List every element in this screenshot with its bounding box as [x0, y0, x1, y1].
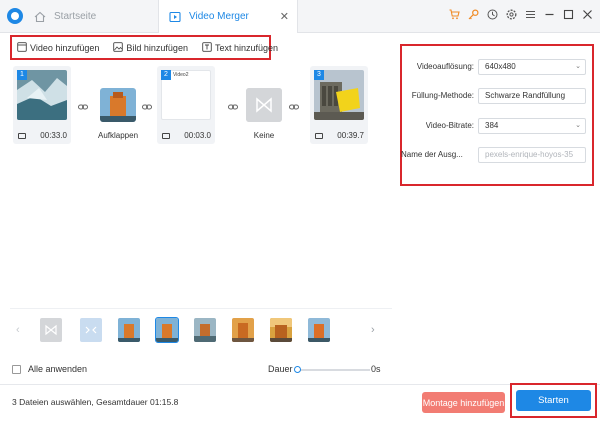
link-icon — [78, 102, 88, 115]
resolution-label: Videoauflösung: — [416, 62, 474, 71]
timeline-clip-2[interactable]: 2 Video2 00:03.0 — [157, 66, 215, 144]
transition-option[interactable] — [270, 318, 292, 342]
transition-option[interactable] — [232, 318, 254, 342]
add-text-label: Text hinzufügen — [214, 42, 278, 53]
duration-slider[interactable] — [294, 366, 370, 373]
add-image-label: Bild hinzufügen — [126, 42, 188, 53]
start-button[interactable]: Starten — [516, 390, 591, 411]
tab-label: Video Merger — [189, 11, 249, 22]
video-clip-icon — [18, 133, 26, 139]
add-image-button[interactable]: Bild hinzufügen — [113, 41, 188, 54]
duration-label: Dauer — [268, 364, 293, 374]
timeline-clip-3[interactable]: 3 00:39.7 — [310, 66, 368, 144]
video-clip-icon — [315, 133, 323, 139]
duration-slider-handle[interactable] — [294, 366, 301, 373]
apply-all-control[interactable]: Alle anwenden — [12, 364, 87, 374]
fill-method-value: Schwarze Randfüllung — [485, 91, 566, 100]
bitrate-label: Video-Bitrate: — [425, 121, 474, 130]
fill-method-select[interactable]: Schwarze Randfüllung — [478, 88, 586, 104]
add-video-label: Video hinzufügen — [30, 42, 100, 53]
resolution-value: 640x480 — [485, 62, 516, 71]
add-video-button[interactable]: Video hinzufügen — [17, 41, 100, 54]
chevron-left-icon[interactable]: ‹ — [16, 324, 20, 336]
clip-index-badge: 3 — [314, 70, 324, 80]
clock-icon[interactable] — [486, 8, 499, 21]
clip-index-badge: 1 — [17, 70, 27, 80]
apply-all-label: Alle anwenden — [28, 364, 88, 374]
transition-strip: ‹ › — [10, 317, 392, 346]
transition-option[interactable] — [40, 318, 62, 342]
status-text: 3 Dateien auswählen, Gesamtdauer 01:15.8 — [12, 397, 179, 407]
fill-method-label: Füllung-Methode: — [411, 91, 474, 100]
tab-startseite[interactable]: Startseite — [30, 0, 158, 33]
link-icon — [289, 102, 299, 115]
tab-video-merger[interactable]: Video Merger ✕ — [158, 0, 298, 33]
timeline-clip-1[interactable]: 1 00:33.0 — [13, 66, 71, 144]
link-icon — [142, 102, 152, 115]
transition-1-thumbnail[interactable] — [100, 88, 136, 122]
chevron-down-icon: ⌄ — [575, 63, 581, 70]
text-clip-icon — [162, 133, 170, 139]
bitrate-value: 384 — [485, 121, 499, 130]
clip-index-badge: 2 — [161, 70, 171, 80]
clip-mini-label: Video2 — [173, 72, 189, 78]
divider — [10, 308, 392, 309]
transition-option[interactable] — [308, 318, 330, 342]
bitrate-row: Video-Bitrate: 384 ⌄ — [402, 118, 592, 134]
start-highlight: Starten — [510, 383, 597, 418]
timeline: 1 00:33.0 Aufklappen 2 Video2 00:03.0 Ke… — [10, 66, 392, 146]
transition-2-thumbnail[interactable] — [246, 88, 282, 122]
clip-duration: 00:33.0 — [40, 131, 67, 140]
add-montage-button[interactable]: Montage hinzufügen — [422, 392, 505, 413]
output-settings-panel: Videoauflösung: 640x480 ⌄ Füllung-Method… — [400, 44, 594, 186]
title-bar: Startseite Video Merger ✕ — [0, 0, 600, 33]
menu-icon[interactable] — [524, 8, 537, 21]
transition-option-selected[interactable] — [155, 317, 179, 343]
output-name-label: Name der Ausg... — [401, 150, 463, 159]
clip-duration: 00:39.7 — [337, 131, 364, 140]
settings-icon[interactable] — [505, 8, 518, 21]
duration-value: 0s — [371, 364, 381, 374]
link-icon — [228, 102, 238, 115]
output-name-placeholder: pexels-enrique-hoyos-35 — [485, 150, 574, 159]
clip-duration: 00:03.0 — [184, 131, 211, 140]
close-tab-icon[interactable]: ✕ — [280, 10, 289, 23]
titlebar-icons — [448, 8, 594, 21]
output-name-input[interactable]: pexels-enrique-hoyos-35 — [478, 147, 586, 163]
add-media-toolbar: Video hinzufügen Bild hinzufügen Text hi… — [10, 35, 278, 60]
home-icon — [34, 11, 46, 23]
chevron-right-icon[interactable]: › — [371, 324, 375, 336]
bitrate-select[interactable]: 384 ⌄ — [478, 118, 586, 134]
resolution-row: Videoauflösung: 640x480 ⌄ — [402, 59, 592, 75]
image-add-icon — [113, 41, 124, 54]
add-text-button[interactable]: Text hinzufügen — [202, 41, 278, 54]
transition-option[interactable] — [118, 318, 140, 342]
video-merger-icon — [169, 11, 181, 23]
transition-option[interactable] — [80, 318, 102, 342]
maximize-icon[interactable] — [562, 8, 575, 21]
transition-option[interactable] — [194, 318, 216, 342]
cart-icon[interactable] — [448, 8, 461, 21]
app-logo-icon — [7, 8, 23, 24]
apply-all-checkbox[interactable] — [12, 364, 21, 374]
fill-method-row: Füllung-Methode: Schwarze Randfüllung — [402, 88, 592, 104]
video-add-icon — [17, 41, 27, 54]
output-name-row: Name der Ausg... pexels-enrique-hoyos-35 — [401, 147, 592, 163]
transition-1-label: Aufklappen — [97, 131, 139, 140]
tab-label: Startseite — [54, 11, 97, 22]
minimize-icon[interactable] — [543, 8, 556, 21]
text-add-icon — [202, 41, 212, 54]
transition-2-label: Keine — [253, 131, 275, 140]
resolution-select[interactable]: 640x480 ⌄ — [478, 59, 586, 75]
key-icon[interactable] — [467, 8, 480, 21]
close-icon[interactable] — [581, 8, 594, 21]
chevron-down-icon: ⌄ — [575, 122, 581, 129]
